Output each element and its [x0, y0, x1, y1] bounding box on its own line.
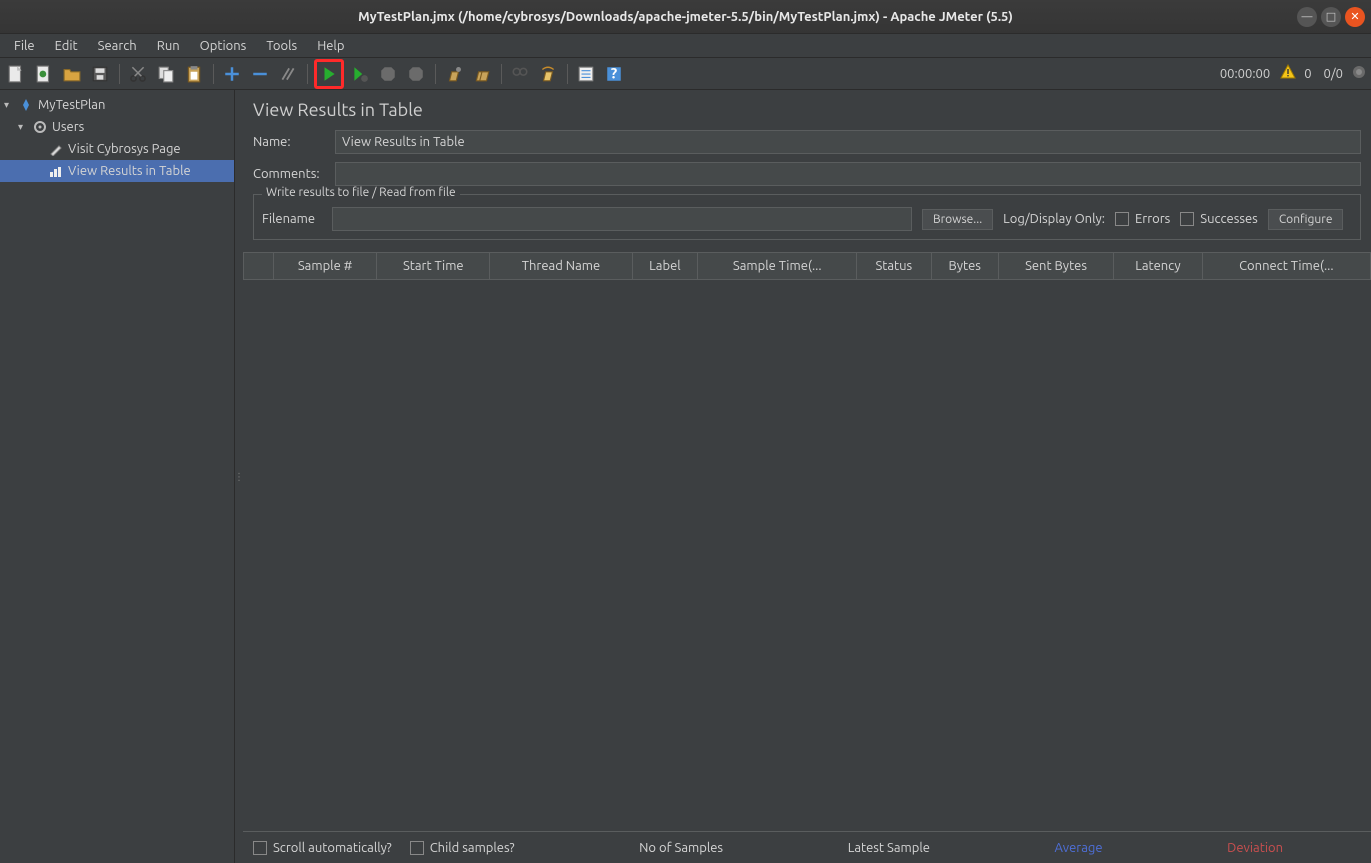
- browse-button[interactable]: Browse...: [922, 209, 993, 230]
- col-status[interactable]: Status: [857, 253, 931, 280]
- paste-icon[interactable]: [182, 62, 206, 86]
- window-titlebar: MyTestPlan.jmx (/home/cybrosys/Downloads…: [0, 0, 1371, 34]
- filename-input[interactable]: [332, 207, 912, 231]
- window-title: MyTestPlan.jmx (/home/cybrosys/Downloads…: [358, 10, 1013, 24]
- row-handle-col: [244, 253, 274, 280]
- svg-text:?: ?: [611, 65, 618, 82]
- chevron-down-icon[interactable]: ▾: [18, 121, 28, 133]
- no-of-samples-label: No of Samples: [639, 841, 723, 855]
- stop-icon[interactable]: [376, 62, 400, 86]
- start-no-pause-icon[interactable]: [348, 62, 372, 86]
- average-label: Average: [1055, 841, 1103, 855]
- deviation-label: Deviation: [1227, 841, 1283, 855]
- elapsed-time: 00:00:00: [1214, 67, 1276, 81]
- fieldset-legend: Write results to file / Read from file: [262, 186, 460, 199]
- gear-icon: [32, 119, 48, 135]
- col-sentbytes[interactable]: Sent Bytes: [998, 253, 1113, 280]
- expand-icon[interactable]: [220, 62, 244, 86]
- child-samples-checkbox[interactable]: Child samples?: [410, 841, 515, 855]
- name-label: Name:: [253, 135, 325, 149]
- menu-file[interactable]: File: [4, 36, 45, 56]
- menu-options[interactable]: Options: [190, 36, 257, 56]
- comments-input[interactable]: [335, 162, 1361, 186]
- clear-all-icon[interactable]: [470, 62, 494, 86]
- warning-count: 0: [1300, 67, 1315, 81]
- table-header-row: Sample # Start Time Thread Name Label Sa…: [244, 253, 1371, 280]
- clear-icon[interactable]: [442, 62, 466, 86]
- col-sampletime[interactable]: Sample Time(...: [698, 253, 857, 280]
- name-input[interactable]: [335, 130, 1361, 154]
- menu-search[interactable]: Search: [88, 36, 147, 56]
- errors-checkbox[interactable]: Errors: [1115, 212, 1170, 226]
- window-minimize-button[interactable]: —: [1297, 7, 1317, 27]
- panel-footer: Scroll automatically? Child samples? No …: [243, 831, 1371, 863]
- logdisplay-label: Log/Display Only:: [1003, 212, 1105, 226]
- listener-icon: [48, 163, 64, 179]
- reset-search-icon[interactable]: [536, 62, 560, 86]
- menu-edit[interactable]: Edit: [45, 36, 88, 56]
- successes-checkbox[interactable]: Successes: [1180, 212, 1258, 226]
- shutdown-icon[interactable]: [404, 62, 428, 86]
- col-bytes[interactable]: Bytes: [931, 253, 998, 280]
- scroll-auto-checkbox[interactable]: Scroll automatically?: [253, 841, 392, 855]
- menu-tools[interactable]: Tools: [256, 36, 307, 56]
- save-icon[interactable]: [88, 62, 112, 86]
- testplan-icon: [18, 97, 34, 113]
- window-close-button[interactable]: ✕: [1345, 7, 1365, 27]
- menu-run[interactable]: Run: [147, 36, 190, 56]
- tree-label: Visit Cybrosys Page: [68, 142, 181, 156]
- split-gutter[interactable]: ⋮: [235, 90, 243, 863]
- new-icon[interactable]: [4, 62, 28, 86]
- tree-label: Users: [52, 120, 84, 134]
- col-connect[interactable]: Connect Time(...: [1202, 253, 1370, 280]
- comments-label: Comments:: [253, 167, 325, 181]
- col-label[interactable]: Label: [632, 253, 698, 280]
- toggle-icon[interactable]: [276, 62, 300, 86]
- menubar: File Edit Search Run Options Tools Help: [0, 34, 1371, 58]
- server-status-icon: [1351, 64, 1367, 83]
- toolbar: ? 00:00:00 0 0/0: [0, 58, 1371, 90]
- copy-icon[interactable]: [154, 62, 178, 86]
- warning-icon[interactable]: [1280, 64, 1296, 83]
- chevron-down-icon[interactable]: ▾: [4, 99, 14, 111]
- col-starttime[interactable]: Start Time: [377, 253, 490, 280]
- panel-title: View Results in Table: [243, 90, 1371, 126]
- filename-label: Filename: [262, 212, 322, 226]
- thread-count: 0/0: [1320, 67, 1347, 81]
- col-threadname[interactable]: Thread Name: [490, 253, 632, 280]
- sampler-icon: [48, 141, 64, 157]
- tree-node-testplan[interactable]: ▾ MyTestPlan: [0, 94, 234, 116]
- open-icon[interactable]: [60, 62, 84, 86]
- test-plan-tree[interactable]: ▾ MyTestPlan ▾ Users Visit Cybrosys Page…: [0, 90, 235, 863]
- templates-icon[interactable]: [32, 62, 56, 86]
- tree-node-threadgroup[interactable]: ▾ Users: [0, 116, 234, 138]
- help-icon[interactable]: ?: [602, 62, 626, 86]
- file-fieldset: Write results to file / Read from file F…: [253, 194, 1361, 240]
- configure-button[interactable]: Configure: [1268, 209, 1344, 230]
- menu-help[interactable]: Help: [307, 36, 354, 56]
- search-icon[interactable]: [508, 62, 532, 86]
- latest-sample-label: Latest Sample: [848, 841, 930, 855]
- cut-icon[interactable]: [126, 62, 150, 86]
- tree-node-listener[interactable]: View Results in Table: [0, 160, 234, 182]
- tree-label: View Results in Table: [68, 164, 191, 178]
- collapse-icon[interactable]: [248, 62, 272, 86]
- window-maximize-button[interactable]: □: [1321, 7, 1341, 27]
- tree-node-sampler[interactable]: Visit Cybrosys Page: [0, 138, 234, 160]
- editor-panel: View Results in Table Name: Comments: Wr…: [243, 90, 1371, 863]
- col-sample[interactable]: Sample #: [274, 253, 377, 280]
- results-table[interactable]: Sample # Start Time Thread Name Label Sa…: [243, 252, 1371, 831]
- tree-label: MyTestPlan: [38, 98, 105, 112]
- function-helper-icon[interactable]: [574, 62, 598, 86]
- start-button[interactable]: [314, 59, 344, 89]
- col-latency[interactable]: Latency: [1114, 253, 1203, 280]
